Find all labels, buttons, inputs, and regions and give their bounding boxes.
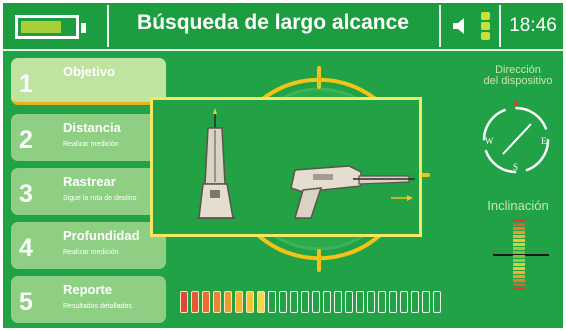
signal-segment xyxy=(400,291,408,313)
inclination-segment xyxy=(513,283,525,286)
direction-label: Dirección del dispositivo xyxy=(483,64,553,87)
signal-segment xyxy=(290,291,298,313)
inclination-segment xyxy=(513,219,525,222)
step-label: Objetivo xyxy=(63,64,116,79)
inclination-segment xyxy=(513,231,525,234)
signal-segment xyxy=(279,291,287,313)
compass-e-label: E xyxy=(541,136,547,146)
step-sublabel: Resultados detallados xyxy=(63,303,132,310)
step-sublabel: Realizar medición xyxy=(63,141,119,148)
inclination-segment xyxy=(513,259,525,262)
signal-segment xyxy=(202,291,210,313)
step-label: Rastrear xyxy=(63,174,116,189)
inclination-segment xyxy=(513,235,525,238)
signal-segment xyxy=(191,291,199,313)
signal-segment xyxy=(312,291,320,313)
step-label: Distancia xyxy=(63,120,121,135)
step-label: Reporte xyxy=(63,282,113,297)
inclination-gauge xyxy=(493,219,549,290)
inclination-segment xyxy=(513,243,525,246)
device-horizontal-icon xyxy=(290,165,415,219)
compass-icon: W E S xyxy=(482,100,550,174)
step-rastrear[interactable]: 3 Rastrear Sigue la ruta de destino xyxy=(11,168,166,215)
signal-segment xyxy=(356,291,364,313)
signal-segment xyxy=(334,291,342,313)
signal-segment xyxy=(224,291,232,313)
step-objetivo[interactable]: 1 Objetivo xyxy=(11,58,166,105)
inclination-label: Inclinación xyxy=(487,198,549,213)
signal-segment xyxy=(389,291,397,313)
inclination-segment xyxy=(513,227,525,230)
inclination-segment xyxy=(513,271,525,274)
inclination-segment xyxy=(513,263,525,266)
signal-segment xyxy=(257,291,265,313)
step-sublabel: Sigue la ruta de destino xyxy=(63,195,137,202)
device-illustration xyxy=(197,108,415,219)
signal-segment xyxy=(180,291,188,313)
inclination-segment xyxy=(513,223,525,226)
signal-segment xyxy=(246,291,254,313)
inclination-segment xyxy=(513,247,525,250)
signal-segment xyxy=(213,291,221,313)
step-profundidad[interactable]: 4 Profundidad Realizar medición xyxy=(11,222,166,269)
step-reporte[interactable]: 5 Reporte Resultados detallados xyxy=(11,276,166,323)
signal-segment xyxy=(367,291,375,313)
step-sublabel: Realizar medición xyxy=(63,249,119,256)
compass-w-label: W xyxy=(485,136,494,146)
inclination-segment xyxy=(513,275,525,278)
signal-segment xyxy=(235,291,243,313)
device-illustration-panel xyxy=(150,97,422,237)
inclination-segment xyxy=(513,239,525,242)
signal-segment xyxy=(422,291,430,313)
step-label: Profundidad xyxy=(63,228,140,243)
signal-segment xyxy=(301,291,309,313)
app-screen: Búsqueda de largo alcance 18:46 1 Objeti… xyxy=(3,3,563,328)
device-vertical-icon xyxy=(197,108,235,219)
inclination-segment xyxy=(513,279,525,282)
inclination-segment xyxy=(513,255,525,258)
signal-segment xyxy=(411,291,419,313)
signal-segment xyxy=(323,291,331,313)
signal-segment xyxy=(378,291,386,313)
signal-segment xyxy=(345,291,353,313)
compass-s-label: S xyxy=(513,162,518,172)
signal-segment xyxy=(268,291,276,313)
signal-segment xyxy=(433,291,441,313)
inclination-segment xyxy=(513,287,525,290)
step-distancia[interactable]: 2 Distancia Realizar medición xyxy=(11,114,166,161)
inclination-segment xyxy=(513,267,525,270)
inclination-segment xyxy=(513,251,525,254)
